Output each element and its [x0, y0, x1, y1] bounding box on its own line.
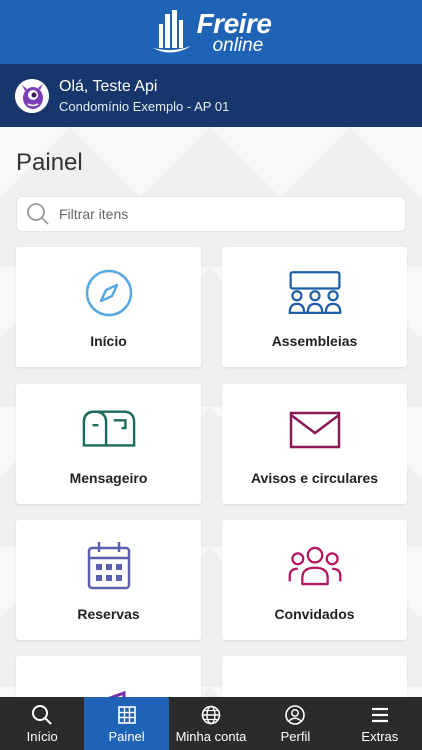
dashboard-panel: Painel Início: [0, 127, 422, 697]
document-icon: [295, 677, 335, 697]
brand-subname: online: [212, 34, 264, 56]
tab-inicio[interactable]: Início: [0, 697, 84, 750]
mailbox-icon: [82, 410, 135, 447]
tab-label: Extras: [361, 728, 399, 744]
search-input[interactable]: [59, 206, 379, 222]
assembly-icon: [288, 271, 341, 314]
compass-icon: [85, 269, 132, 317]
card-label: Reservas: [77, 606, 140, 622]
card-reservas[interactable]: Reservas: [16, 520, 201, 640]
tab-label: Início: [26, 728, 58, 744]
grid-icon: [117, 705, 136, 724]
tab-extras[interactable]: Extras: [338, 697, 422, 750]
app-header: Freire online: [0, 0, 422, 64]
tab-label: Painel: [108, 728, 145, 744]
card-convidados[interactable]: Convidados: [222, 520, 407, 640]
envelope-icon: [289, 411, 340, 449]
avatar[interactable]: [15, 78, 49, 113]
bottom-tab-bar: Início Painel Minha conta Perfil Extras: [0, 697, 422, 750]
tab-perfil[interactable]: Perfil: [253, 697, 337, 750]
user-icon: [285, 704, 306, 725]
search-icon: [32, 704, 52, 725]
tab-label: Minha conta: [175, 728, 247, 744]
card-label: Mensageiro: [69, 470, 148, 486]
search-icon: [27, 203, 49, 225]
guests-icon: [288, 546, 341, 586]
tab-painel[interactable]: Painel: [84, 697, 169, 750]
search-box[interactable]: [16, 196, 406, 232]
brand-name: Freire: [196, 7, 272, 39]
card-label: Convidados: [274, 606, 355, 622]
tab-label: Perfil: [280, 728, 311, 744]
user-greeting: Olá, Teste Api: [59, 77, 158, 95]
card-inicio[interactable]: Início: [16, 247, 201, 367]
card-label: Avisos e circulares: [250, 470, 379, 486]
card-avisos[interactable]: Avisos e circulares: [222, 384, 407, 504]
card-partial-left[interactable]: [16, 656, 201, 697]
card-mensageiro[interactable]: Mensageiro: [16, 384, 201, 504]
menu-icon: [371, 707, 388, 722]
card-partial-right[interactable]: [222, 656, 407, 697]
card-label: Assembleias: [271, 333, 358, 349]
user-bar[interactable]: Olá, Teste Api Condomínio Exemplo - AP 0…: [0, 64, 422, 127]
buildings-logo-icon: [152, 10, 191, 53]
tab-minha-conta[interactable]: Minha conta: [169, 697, 253, 750]
card-label: Início: [90, 333, 127, 349]
card-assembleias[interactable]: Assembleias: [222, 247, 407, 367]
megaphone-icon: [107, 690, 125, 697]
monster-avatar-icon: [15, 78, 49, 113]
brand-logo: Freire online: [151, 8, 272, 56]
user-unit: Condomínio Exemplo - AP 01: [59, 98, 230, 114]
page-title: Painel: [16, 149, 83, 176]
globe-icon: [201, 705, 221, 724]
calendar-icon: [87, 542, 130, 590]
